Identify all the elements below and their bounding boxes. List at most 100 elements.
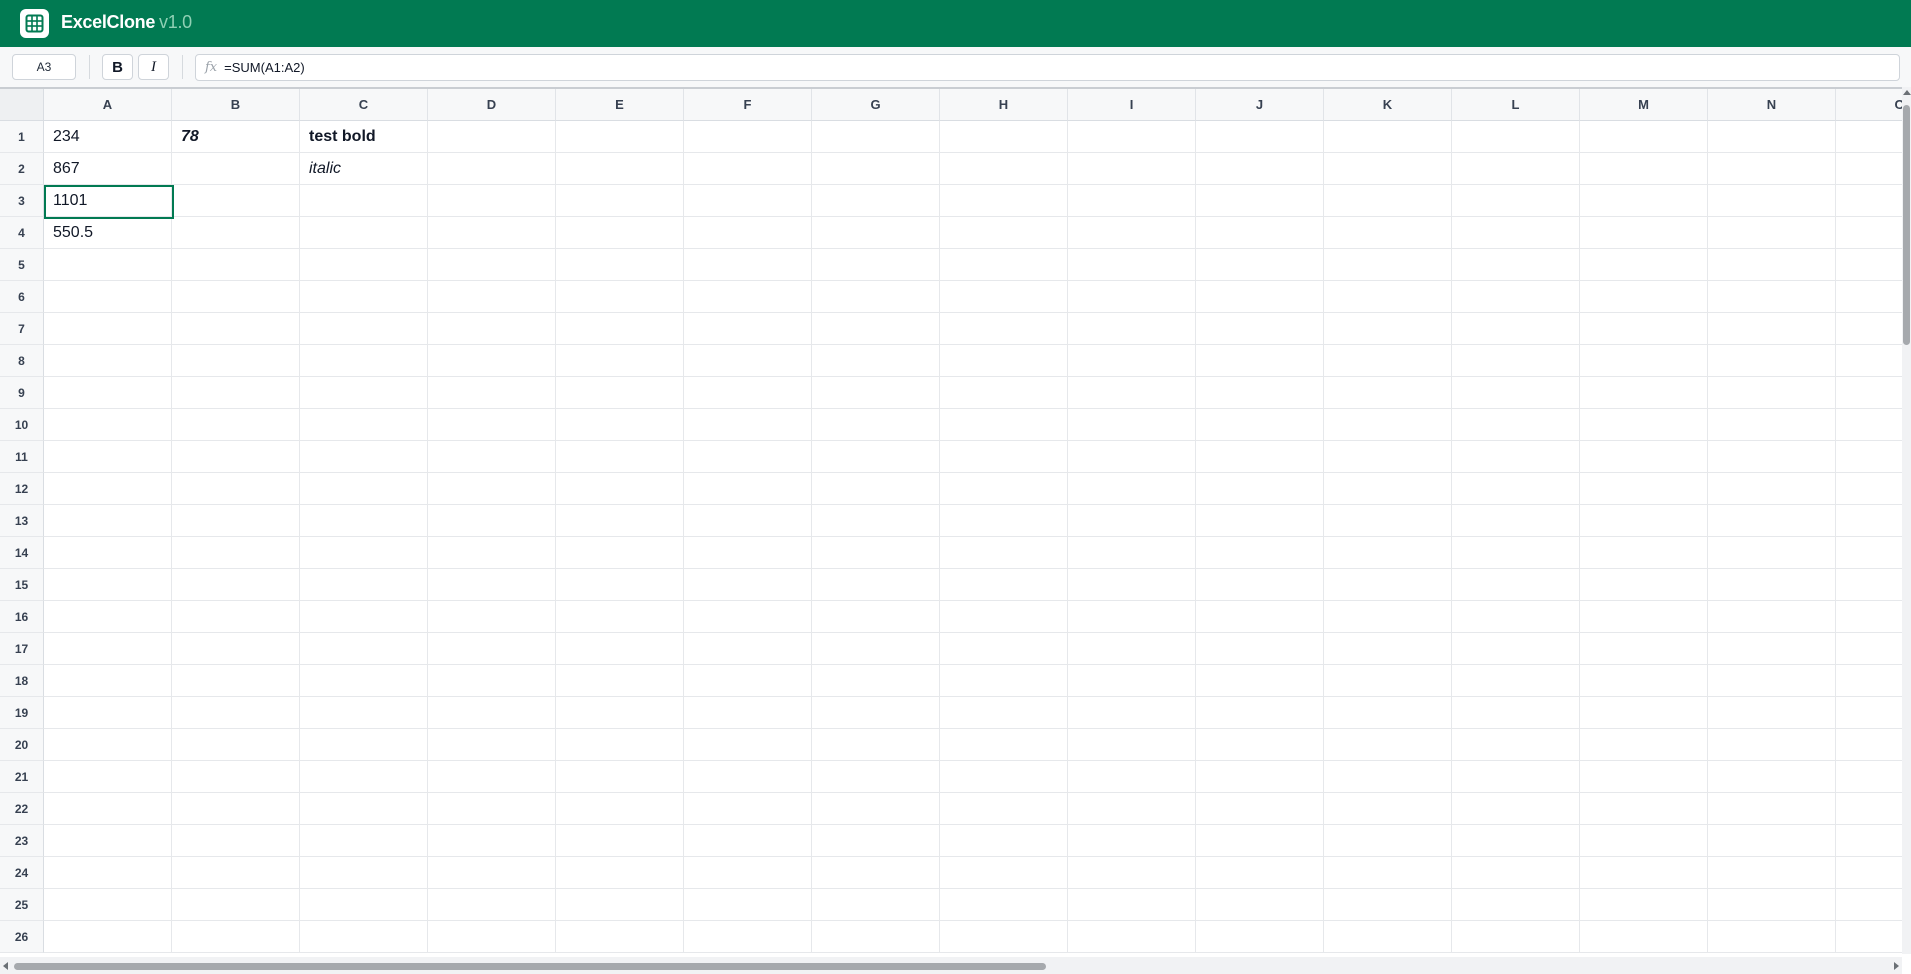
cell-b10[interactable] [172, 409, 300, 441]
cell-o23[interactable] [1836, 825, 1911, 857]
cell-m16[interactable] [1580, 601, 1708, 633]
cell-n19[interactable] [1708, 697, 1836, 729]
cell-i21[interactable] [1068, 761, 1196, 793]
cell-n12[interactable] [1708, 473, 1836, 505]
cell-b13[interactable] [172, 505, 300, 537]
cell-b26[interactable] [172, 921, 300, 953]
cell-i13[interactable] [1068, 505, 1196, 537]
cell-c18[interactable] [300, 665, 428, 697]
cell-i26[interactable] [1068, 921, 1196, 953]
cell-o24[interactable] [1836, 857, 1911, 889]
cell-j7[interactable] [1196, 313, 1324, 345]
cell-d7[interactable] [428, 313, 556, 345]
cell-b7[interactable] [172, 313, 300, 345]
cell-j24[interactable] [1196, 857, 1324, 889]
cell-h2[interactable] [940, 153, 1068, 185]
cell-g13[interactable] [812, 505, 940, 537]
cell-c24[interactable] [300, 857, 428, 889]
cell-i11[interactable] [1068, 441, 1196, 473]
cell-g25[interactable] [812, 889, 940, 921]
cell-n2[interactable] [1708, 153, 1836, 185]
row-header-13[interactable]: 13 [0, 505, 44, 537]
cell-h21[interactable] [940, 761, 1068, 793]
cell-f1[interactable] [684, 121, 812, 153]
cell-o11[interactable] [1836, 441, 1911, 473]
cell-f12[interactable] [684, 473, 812, 505]
cell-e5[interactable] [556, 249, 684, 281]
cell-l21[interactable] [1452, 761, 1580, 793]
cell-g16[interactable] [812, 601, 940, 633]
cell-k18[interactable] [1324, 665, 1452, 697]
cell-h14[interactable] [940, 537, 1068, 569]
cell-c14[interactable] [300, 537, 428, 569]
row-header-12[interactable]: 12 [0, 473, 44, 505]
cell-b23[interactable] [172, 825, 300, 857]
cell-o10[interactable] [1836, 409, 1911, 441]
cell-d23[interactable] [428, 825, 556, 857]
cell-k7[interactable] [1324, 313, 1452, 345]
cell-a12[interactable] [44, 473, 172, 505]
formula-bar[interactable]: fx =SUM(A1:A2) [195, 54, 1900, 81]
cell-f26[interactable] [684, 921, 812, 953]
cell-b9[interactable] [172, 377, 300, 409]
cell-e11[interactable] [556, 441, 684, 473]
cell-h11[interactable] [940, 441, 1068, 473]
cell-l25[interactable] [1452, 889, 1580, 921]
cell-b12[interactable] [172, 473, 300, 505]
cell-m4[interactable] [1580, 217, 1708, 249]
cell-o22[interactable] [1836, 793, 1911, 825]
cell-g15[interactable] [812, 569, 940, 601]
cell-l6[interactable] [1452, 281, 1580, 313]
cell-f14[interactable] [684, 537, 812, 569]
cell-n16[interactable] [1708, 601, 1836, 633]
cell-b24[interactable] [172, 857, 300, 889]
cell-c1[interactable]: test bold [300, 121, 428, 153]
cell-n17[interactable] [1708, 633, 1836, 665]
cell-f16[interactable] [684, 601, 812, 633]
scroll-right-icon[interactable] [1894, 962, 1899, 970]
cell-j26[interactable] [1196, 921, 1324, 953]
row-header-21[interactable]: 21 [0, 761, 44, 793]
cell-h10[interactable] [940, 409, 1068, 441]
row-header-2[interactable]: 2 [0, 153, 44, 185]
cell-m21[interactable] [1580, 761, 1708, 793]
cell-h7[interactable] [940, 313, 1068, 345]
cell-c7[interactable] [300, 313, 428, 345]
cell-c9[interactable] [300, 377, 428, 409]
cell-g9[interactable] [812, 377, 940, 409]
cell-d19[interactable] [428, 697, 556, 729]
cell-j22[interactable] [1196, 793, 1324, 825]
cell-f3[interactable] [684, 185, 812, 217]
column-header-j[interactable]: J [1196, 89, 1324, 121]
cell-k25[interactable] [1324, 889, 1452, 921]
cell-a22[interactable] [44, 793, 172, 825]
cell-j2[interactable] [1196, 153, 1324, 185]
italic-button[interactable]: I [138, 54, 169, 80]
cell-c8[interactable] [300, 345, 428, 377]
cell-f18[interactable] [684, 665, 812, 697]
cell-k22[interactable] [1324, 793, 1452, 825]
cell-h3[interactable] [940, 185, 1068, 217]
cell-h25[interactable] [940, 889, 1068, 921]
cell-f13[interactable] [684, 505, 812, 537]
cell-f23[interactable] [684, 825, 812, 857]
cell-a26[interactable] [44, 921, 172, 953]
cell-c5[interactable] [300, 249, 428, 281]
cell-l5[interactable] [1452, 249, 1580, 281]
select-all-corner[interactable] [0, 89, 44, 121]
row-header-10[interactable]: 10 [0, 409, 44, 441]
cell-l7[interactable] [1452, 313, 1580, 345]
cell-e7[interactable] [556, 313, 684, 345]
cell-n9[interactable] [1708, 377, 1836, 409]
cell-k10[interactable] [1324, 409, 1452, 441]
cell-n24[interactable] [1708, 857, 1836, 889]
cell-g10[interactable] [812, 409, 940, 441]
cell-g12[interactable] [812, 473, 940, 505]
cell-k13[interactable] [1324, 505, 1452, 537]
cell-b21[interactable] [172, 761, 300, 793]
cell-l4[interactable] [1452, 217, 1580, 249]
cell-i3[interactable] [1068, 185, 1196, 217]
row-header-19[interactable]: 19 [0, 697, 44, 729]
cell-n3[interactable] [1708, 185, 1836, 217]
cell-h23[interactable] [940, 825, 1068, 857]
